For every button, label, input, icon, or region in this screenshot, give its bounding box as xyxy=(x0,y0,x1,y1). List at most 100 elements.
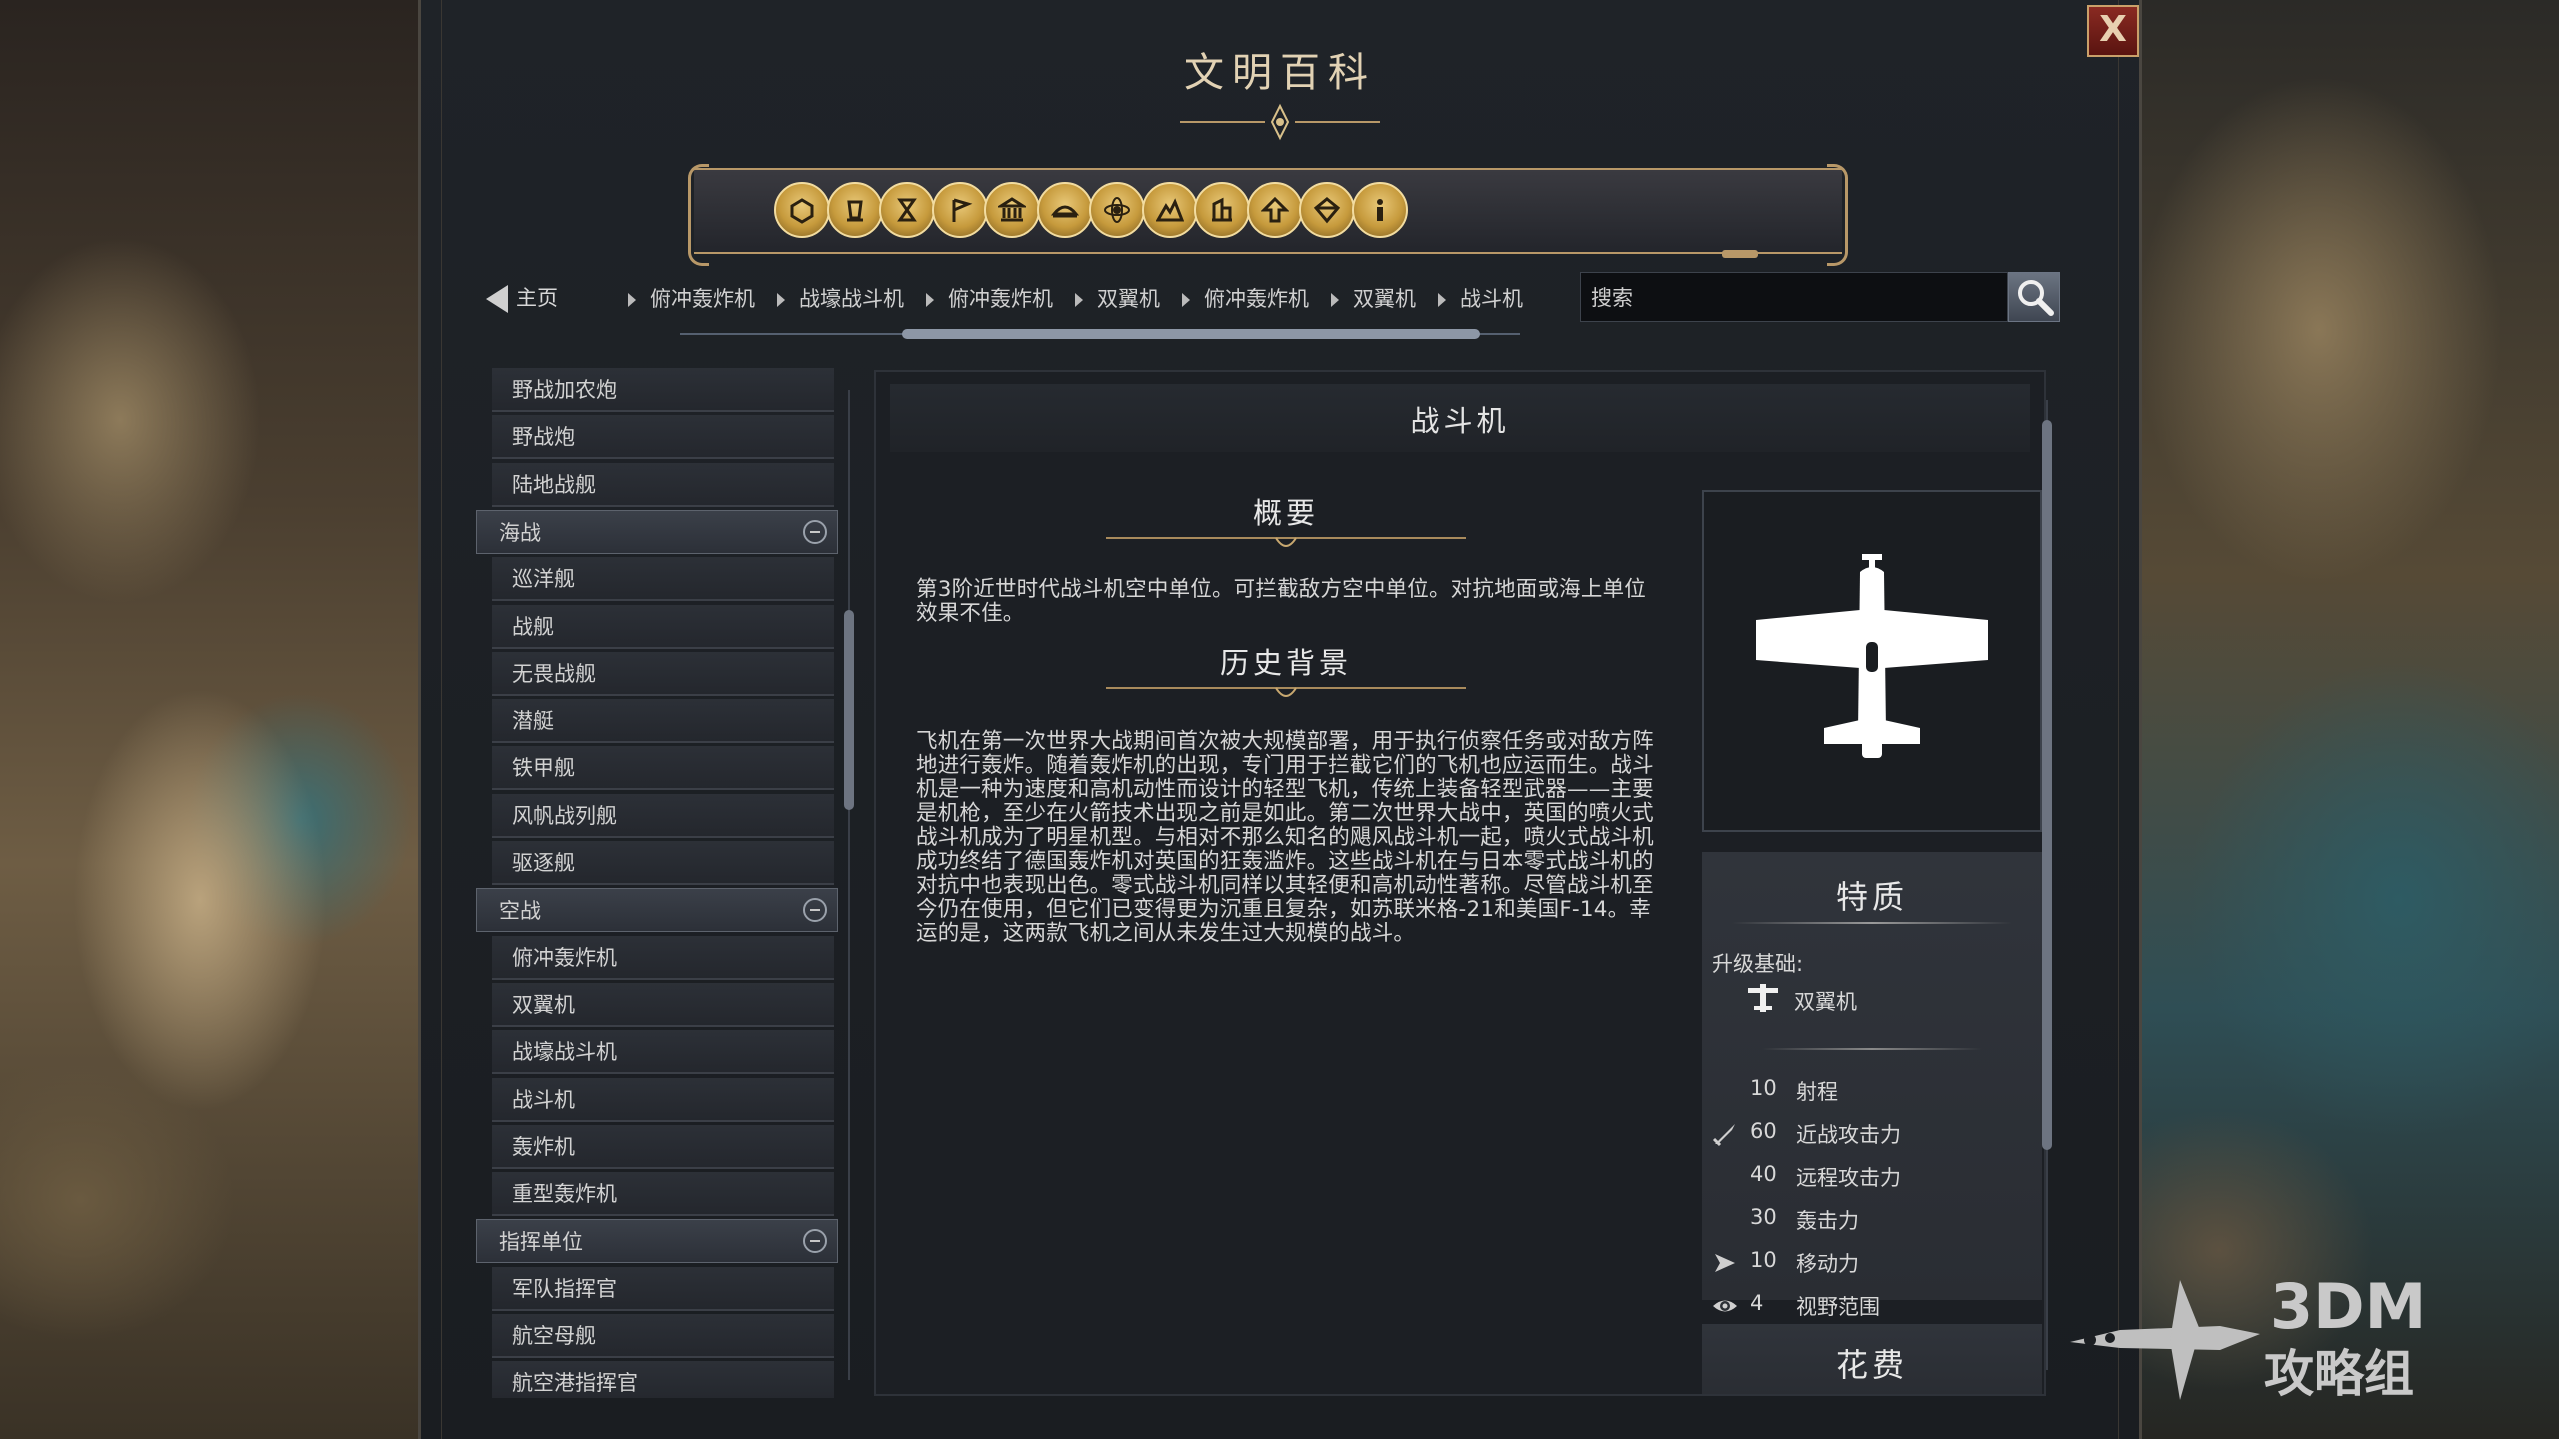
collapse-icon[interactable] xyxy=(803,898,827,923)
list-item[interactable]: 航空母舰 xyxy=(492,1314,834,1358)
info-icon[interactable] xyxy=(1351,182,1408,238)
stat-label: 移动力 xyxy=(1796,1252,1859,1276)
list-item-label: 野战加农炮 xyxy=(512,378,617,402)
breadcrumb-item[interactable]: 双翼机 xyxy=(1331,283,1416,313)
list-item[interactable]: 铁甲舰 xyxy=(492,746,834,791)
breadcrumb: 俯冲轰炸机 战壕战斗机 俯冲轰炸机 双翼机 俯冲轰炸机 双翼机 战斗机 xyxy=(628,283,1545,313)
list-item-label: 航空港指挥官 xyxy=(512,1371,638,1396)
list-item-label: 军队指挥官 xyxy=(512,1276,617,1301)
list-item[interactable]: 巡洋舰 xyxy=(492,557,834,602)
collapse-icon[interactable] xyxy=(803,519,827,544)
close-button[interactable]: X xyxy=(2087,5,2139,57)
technology-icon[interactable] xyxy=(1089,182,1145,238)
list-item-label: 无畏战舰 xyxy=(512,661,596,686)
search-input[interactable] xyxy=(1589,273,2003,323)
collapse-icon[interactable] xyxy=(803,1229,827,1254)
home-button[interactable]: 主页 xyxy=(486,282,566,318)
history-text: 飞机在第一次世界大战期间首次被大规模部署，用于执行侦察任务或对敌方阵地进行轰炸。… xyxy=(916,729,1654,946)
title-ornament xyxy=(1180,103,1380,141)
category-icon-bar xyxy=(688,164,1848,266)
movement-icon xyxy=(1712,1250,1738,1276)
breadcrumb-scroll-thumb[interactable] xyxy=(902,329,1480,339)
list-item[interactable]: 无畏战舰 xyxy=(492,651,834,696)
section-ornament xyxy=(1106,687,1466,697)
back-arrow-icon xyxy=(486,285,508,313)
unit-portrait xyxy=(1702,490,2042,832)
stat-value: 10 xyxy=(1750,1248,1777,1272)
stat-label: 视野范围 xyxy=(1796,1295,1880,1319)
list-item-label: 双翼机 xyxy=(512,992,575,1017)
list-item-label: 驱逐舰 xyxy=(512,851,575,875)
list-item[interactable]: 野战加农炮 xyxy=(492,368,834,412)
sword-icon xyxy=(1712,1121,1738,1147)
buildings-icon[interactable] xyxy=(826,182,883,238)
breadcrumb-item[interactable]: 双翼机 xyxy=(1075,283,1160,313)
breadcrumb-item[interactable]: 俯冲轰炸机 xyxy=(1182,283,1309,313)
list-scrollbar[interactable] xyxy=(842,370,856,1400)
list-item[interactable]: 轰炸机 xyxy=(492,1124,834,1169)
list-item[interactable]: 野战炮 xyxy=(492,415,834,460)
stat-value: 30 xyxy=(1750,1205,1777,1229)
list-item-label: 潜艇 xyxy=(512,709,554,734)
wonders-icon[interactable] xyxy=(879,182,935,238)
list-scroll-thumb[interactable] xyxy=(844,610,854,810)
active-category-marker xyxy=(1722,250,1758,258)
city-states-icon[interactable] xyxy=(1194,182,1250,238)
list-item[interactable]: 俯冲轰炸机 xyxy=(492,935,834,980)
home-label: 主页 xyxy=(516,286,558,310)
list-item-label: 俯冲轰炸机 xyxy=(512,945,617,970)
list-item-label: 轰炸机 xyxy=(512,1134,575,1159)
list-item[interactable]: 潜艇 xyxy=(492,699,834,744)
stat-label: 射程 xyxy=(1796,1080,1838,1104)
search-button[interactable] xyxy=(2008,272,2060,322)
list-item-label: 巡洋舰 xyxy=(512,567,575,592)
religion-icon[interactable] xyxy=(1036,182,1093,238)
unit-list: 野战加农炮野战炮陆地战舰海战巡洋舰战舰无畏战舰潜艇铁甲舰风帆战列舰驱逐舰空战俯冲… xyxy=(476,368,840,1398)
article-scrollbar[interactable] xyxy=(2040,380,2054,1390)
government-icon[interactable] xyxy=(984,182,1040,238)
search-icon xyxy=(2018,280,2054,316)
list-item[interactable]: 风帆战列舰 xyxy=(492,793,834,838)
list-item[interactable]: 航空港指挥官 xyxy=(492,1361,834,1398)
list-item-label: 空战 xyxy=(499,899,541,924)
traits-heading: 特质 xyxy=(1835,878,1908,916)
list-item-label: 战壕战斗机 xyxy=(512,1040,617,1065)
list-item[interactable]: 双翼机 xyxy=(492,982,834,1027)
list-item[interactable]: 军队指挥官 xyxy=(492,1266,834,1311)
history-heading: 历史背景 xyxy=(1219,646,1352,680)
article-scroll-thumb[interactable] xyxy=(2042,420,2052,1150)
civilizations-icon[interactable] xyxy=(931,182,988,238)
breadcrumb-item[interactable]: 俯冲轰炸机 xyxy=(628,283,755,313)
stat-value: 10 xyxy=(1750,1076,1777,1100)
traits-panel: 特质 升级基础: 双翼机 10 射程 60 近战攻击力 40 远程攻击力 30 轰击力 10 移动… xyxy=(1702,852,2042,1319)
breadcrumb-scrollbar[interactable] xyxy=(660,329,1540,339)
breadcrumb-item[interactable]: 战壕战斗机 xyxy=(777,283,904,313)
list-group-header[interactable]: 空战 xyxy=(476,888,838,933)
stat-label: 远程攻击力 xyxy=(1796,1166,1901,1190)
list-item-label: 风帆战列舰 xyxy=(512,803,617,828)
list-item-label: 铁甲舰 xyxy=(512,756,575,781)
list-item[interactable]: 战舰 xyxy=(492,604,834,649)
list-item-label: 指挥单位 xyxy=(499,1230,583,1255)
search-box xyxy=(1580,272,2008,323)
terrain-icon[interactable] xyxy=(1141,182,1198,238)
list-group-header[interactable]: 指挥单位 xyxy=(476,1219,838,1264)
watermark-logo: 3DM 攻略组 xyxy=(2060,1270,2530,1420)
list-item[interactable]: 战壕战斗机 xyxy=(492,1030,834,1075)
units-icon[interactable] xyxy=(774,182,830,238)
list-item-label: 陆地战舰 xyxy=(512,472,596,497)
list-item[interactable]: 陆地战舰 xyxy=(492,462,834,507)
resources-icon[interactable] xyxy=(1299,182,1355,238)
section-ornament xyxy=(1106,537,1466,547)
list-item-label: 野战炮 xyxy=(512,425,575,450)
stat-label: 轰击力 xyxy=(1796,1209,1859,1233)
promotions-icon[interactable] xyxy=(1246,182,1303,238)
breadcrumb-item[interactable]: 战斗机 xyxy=(1438,283,1523,313)
list-group-header[interactable]: 海战 xyxy=(476,509,838,554)
cost-panel[interactable]: 花费 xyxy=(1702,1324,2042,1394)
breadcrumb-item[interactable]: 俯冲轰炸机 xyxy=(926,283,1053,313)
list-item[interactable]: 重型轰炸机 xyxy=(492,1172,834,1217)
list-item[interactable]: 战斗机 xyxy=(492,1077,834,1122)
page-title: 文明百科 xyxy=(1184,50,1376,96)
list-item[interactable]: 驱逐舰 xyxy=(492,841,834,885)
